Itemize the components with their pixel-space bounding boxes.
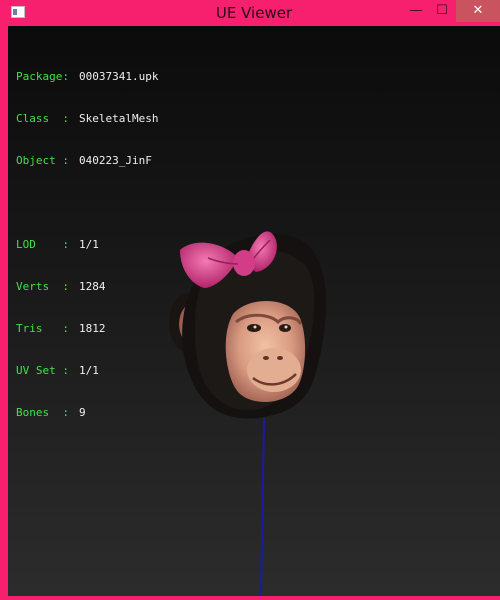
info-label: UV Set : xyxy=(16,364,69,377)
info-lod-row: LOD : 1/1 xyxy=(16,238,158,252)
info-verts-row: Verts : 1284 xyxy=(16,280,158,294)
info-label: Bones : xyxy=(16,406,69,419)
info-package-row: Package: 00037341.upk xyxy=(16,70,158,84)
mesh-info-panel: Package: 00037341.upk Class : SkeletalMesh… xyxy=(16,42,158,448)
info-value: 1/1 xyxy=(79,364,99,377)
info-label: Tris : xyxy=(16,322,69,335)
info-class-row: Class : SkeletalMesh xyxy=(16,112,158,126)
minimize-button[interactable]: — xyxy=(404,0,428,22)
close-button[interactable]: ✕ xyxy=(456,0,500,22)
info-label: LOD : xyxy=(16,238,69,251)
info-value: SkeletalMesh xyxy=(79,112,159,125)
info-label: Package: xyxy=(16,70,69,83)
app-window: UE Viewer — ☐ ✕ Package: 00037341.upk Cl… xyxy=(0,0,500,600)
info-value: 040223_JinF xyxy=(79,154,152,167)
info-value: 9 xyxy=(79,406,86,419)
info-tris-row: Tris : 1812 xyxy=(16,322,158,336)
info-label: Verts : xyxy=(16,280,69,293)
bone-line xyxy=(260,417,265,596)
info-value: 1812 xyxy=(79,322,106,335)
info-label: Class : xyxy=(16,112,69,125)
info-value: 1/1 xyxy=(79,238,99,251)
info-uvset-row: UV Set : 1/1 xyxy=(16,364,158,378)
info-value: 1284 xyxy=(79,280,106,293)
info-bones-row: Bones : 9 xyxy=(16,406,158,420)
3d-viewport[interactable]: Package: 00037341.upk Class : SkeletalMesh… xyxy=(8,26,500,596)
maximize-button[interactable]: ☐ xyxy=(430,0,454,22)
info-object-row: Object : 040223_JinF xyxy=(16,154,158,168)
info-value: 00037341.upk xyxy=(79,70,159,83)
info-label: Object : xyxy=(16,154,69,167)
title-bar[interactable]: UE Viewer — ☐ ✕ xyxy=(4,0,500,26)
